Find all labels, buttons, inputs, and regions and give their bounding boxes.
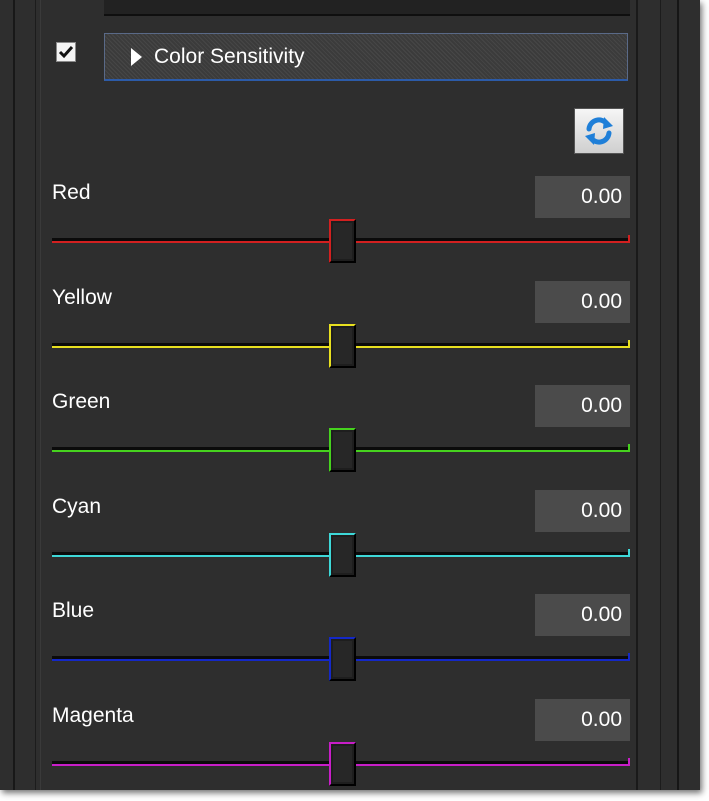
- panel-left-divider: [35, 0, 36, 790]
- slider-row-green: Green 0.00: [52, 385, 630, 485]
- slider-track-end: [628, 548, 630, 557]
- slider-value-field[interactable]: 0.00: [535, 280, 630, 323]
- slider-track-end: [628, 653, 630, 661]
- slider-value-field[interactable]: 0.00: [535, 489, 630, 532]
- slider-row-blue: Blue 0.00: [52, 594, 630, 694]
- panel-left-highlight: [40, 0, 41, 790]
- section-enable-checkbox[interactable]: [56, 42, 76, 62]
- slider-track-end: [628, 339, 630, 348]
- slider-row-cyan: Cyan 0.00: [52, 489, 630, 590]
- color-sensitivity-panel: Color Sensitivity Red 0.00 Yellow 0.00 Green…: [0, 0, 700, 790]
- slider-thumb[interactable]: [328, 323, 356, 368]
- slider-value-field[interactable]: 0.00: [535, 698, 630, 741]
- scrollbar-track-edge: [660, 0, 661, 790]
- slider-value-field[interactable]: 0.00: [535, 594, 630, 636]
- slider-thumb[interactable]: [328, 741, 356, 786]
- panel-right-divider: [636, 0, 638, 790]
- refresh-icon: [585, 117, 613, 145]
- slider-thumb[interactable]: [328, 637, 356, 681]
- slider-label: Cyan: [52, 494, 102, 518]
- slider-label: Yellow: [52, 285, 112, 309]
- slider-track-end: [628, 444, 630, 452]
- slider-row-yellow: Yellow 0.00: [52, 280, 630, 381]
- slider-row-red: Red 0.00: [52, 176, 630, 276]
- slider-row-magenta: Magenta 0.00: [52, 698, 630, 799]
- checkmark-icon: [58, 46, 74, 59]
- slider-value-field[interactable]: 0.00: [535, 385, 630, 427]
- reset-button[interactable]: [574, 108, 624, 154]
- slider-label: Red: [52, 181, 91, 204]
- slider-track-end: [628, 235, 630, 243]
- expand-arrow-icon: [131, 47, 142, 66]
- slider-thumb[interactable]: [328, 532, 356, 577]
- section-title: Color Sensitivity: [154, 44, 305, 68]
- previous-section-bar: [104, 0, 630, 16]
- slider-label: Green: [52, 390, 111, 413]
- slider-track-end: [628, 757, 630, 766]
- slider-label: Magenta: [52, 703, 134, 727]
- slider-thumb[interactable]: [328, 428, 356, 472]
- slider-thumb[interactable]: [328, 219, 356, 263]
- panel-left-border: [13, 0, 15, 790]
- panel-right-border: [677, 0, 679, 790]
- section-header-color-sensitivity[interactable]: Color Sensitivity: [104, 33, 628, 81]
- slider-label: Blue: [52, 599, 95, 622]
- slider-value-field[interactable]: 0.00: [535, 176, 630, 218]
